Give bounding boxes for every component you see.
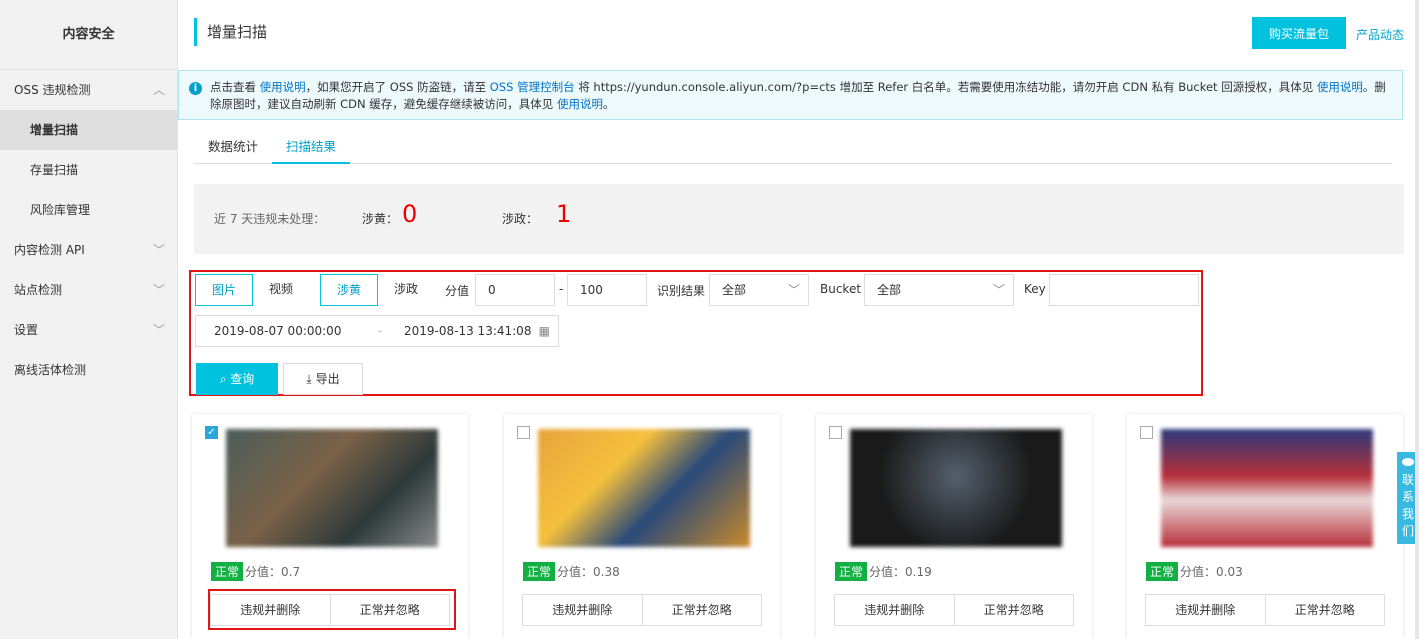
buy-traffic-button[interactable]: 购买流量包 [1252, 17, 1346, 49]
date-range-picker[interactable]: 2019-08-07 00:00:00 - 2019-08-13 13:41:0… [195, 315, 559, 347]
sidebar-item[interactable]: 存量扫描 [0, 150, 177, 190]
normal-ignore-button[interactable]: 正常并忽略 [1266, 595, 1385, 625]
score-label: 分值：0.7 [245, 565, 301, 579]
sidebar-item[interactable]: 站点检测 ﹀ [0, 270, 177, 310]
score-label: 分值：0.19 [869, 565, 932, 579]
result-card: 正常 分值：0.03 违规并删除 正常并忽略 [1127, 414, 1403, 639]
result-card: 正常 分值：0.19 违规并删除 正常并忽略 [816, 414, 1092, 639]
oss-console-link[interactable]: OSS 管理控制台 [490, 80, 575, 94]
status-badge: 正常 [211, 562, 244, 581]
score-max-input[interactable]: 100 [567, 274, 647, 306]
highlight-box [208, 589, 456, 630]
chevron-down-icon: ﹀ [787, 283, 800, 297]
scan-image[interactable] [226, 429, 438, 547]
calendar-icon: ▦ [538, 324, 550, 338]
type-porn-button[interactable]: 涉黄 [320, 274, 378, 306]
sidebar-item[interactable]: OSS 违规检测 ︿ [0, 70, 177, 110]
result-select[interactable]: 全部 ﹀ [709, 274, 809, 306]
search-icon: ⌕ [219, 372, 227, 386]
usage-link[interactable]: 使用说明 [1317, 80, 1363, 94]
tab-bar: 数据统计 扫描结果 [194, 136, 1392, 164]
notice-banner: i 点击查看 使用说明，如果您开启了 OSS 防盗链，请至 OSS 管理控制台 … [178, 70, 1403, 120]
select-checkbox[interactable] [1140, 426, 1153, 439]
download-icon: ⤓ [306, 372, 312, 386]
violate-delete-button[interactable]: 违规并删除 [1146, 595, 1266, 625]
info-icon: i [189, 82, 202, 95]
score-label: 分值：0.03 [1180, 565, 1243, 579]
media-image-button[interactable]: 图片 [195, 274, 253, 306]
query-button[interactable]: ⌕ 查询 [196, 363, 278, 395]
select-checkbox[interactable] [829, 426, 842, 439]
select-checkbox[interactable] [517, 426, 530, 439]
scan-image[interactable] [538, 429, 750, 547]
page-title: 增量扫描 [194, 18, 267, 46]
terror-count: 1 [556, 200, 572, 228]
status-badge: 正常 [1146, 562, 1179, 581]
chevron-icon: ﹀ [152, 283, 165, 297]
status-badge: 正常 [523, 562, 556, 581]
scrollbar[interactable] [1415, 0, 1419, 639]
sidebar-item[interactable]: 增量扫描 [0, 110, 177, 150]
chevron-down-icon: ﹀ [992, 283, 1005, 297]
result-card: 正常 分值：0.38 违规并删除 正常并忽略 [504, 414, 780, 639]
tab-results[interactable]: 扫描结果 [272, 136, 351, 164]
sidebar-title: 内容安全 [0, 0, 177, 70]
select-checkbox[interactable]: ✓ [205, 426, 218, 439]
media-video-button[interactable]: 视频 [253, 274, 309, 306]
sidebar-item[interactable]: 设置 ﹀ [0, 310, 177, 350]
chevron-icon: ︿ [152, 83, 165, 97]
score-min-input[interactable]: 0 [475, 274, 555, 306]
sidebar-item[interactable]: 内容检测 API ﹀ [0, 230, 177, 270]
type-terror-button[interactable]: 涉政 [378, 274, 434, 306]
bucket-select[interactable]: 全部 ﹀ [864, 274, 1014, 306]
chevron-icon: ﹀ [152, 243, 165, 257]
filter-panel: 图片 视频 涉黄 涉政 分值 0 - 100 识别结果 全部 ﹀ Bucket 全… [189, 270, 1203, 396]
normal-ignore-button[interactable]: 正常并忽略 [955, 595, 1074, 625]
usage-link[interactable]: 使用说明 [557, 97, 603, 111]
chat-icon [1402, 458, 1414, 466]
chevron-icon: ﹀ [152, 323, 165, 337]
product-news-link[interactable]: 产品动态 [1356, 26, 1404, 43]
score-label: 分值：0.38 [557, 565, 620, 579]
scan-image[interactable] [850, 429, 1062, 547]
violate-delete-button[interactable]: 违规并删除 [835, 595, 955, 625]
export-button[interactable]: ⤓ 导出 [283, 363, 363, 395]
stats-panel: 近 7 天违规未处理： 涉黄： 0 涉政： 1 [194, 184, 1404, 254]
tab-stats[interactable]: 数据统计 [194, 136, 272, 164]
sidebar-item[interactable]: 风险库管理 [0, 190, 177, 230]
usage-link[interactable]: 使用说明 [260, 80, 306, 94]
sidebar-item[interactable]: 离线活体检测 [0, 350, 177, 390]
key-input[interactable] [1049, 274, 1199, 306]
normal-ignore-button[interactable]: 正常并忽略 [643, 595, 762, 625]
porn-count: 0 [402, 200, 418, 228]
scan-image[interactable] [1161, 429, 1373, 547]
sidebar: 内容安全 OSS 违规检测 ︿ 增量扫描 存量扫描 风险库管理 内容检测 API ﹀ 站点检测… [0, 0, 178, 639]
violate-delete-button[interactable]: 违规并删除 [523, 595, 643, 625]
status-badge: 正常 [835, 562, 868, 581]
